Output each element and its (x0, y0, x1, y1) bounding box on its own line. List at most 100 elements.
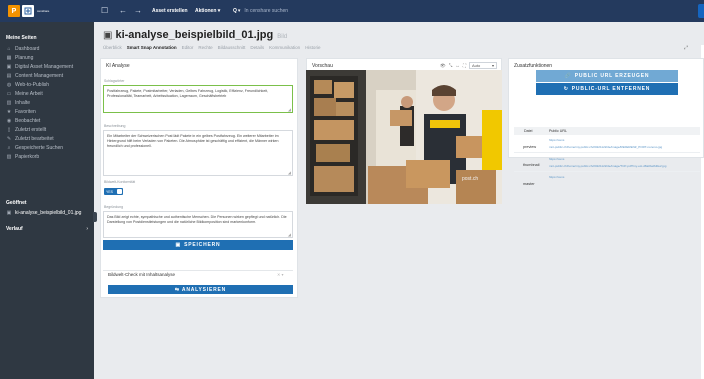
sidebar-collapse-handle[interactable] (93, 212, 97, 222)
save-button[interactable]: ▣ SPEICHERN (103, 240, 293, 250)
check-dropdown-icon[interactable]: ✕ ▾ (277, 272, 283, 277)
sidebar-item-label: Zuletzt erstellt (15, 127, 47, 133)
doc-icon: ▤ (6, 73, 12, 79)
ki-panel-title: KI Analyse (106, 63, 130, 69)
row-name-preview: preview (523, 145, 537, 149)
sidebar-item[interactable]: ✎ Zuletzt bearbeitet (6, 136, 54, 142)
app-logo[interactable]: P censhare (8, 4, 64, 18)
sidebar-item[interactable]: ▦ Planung (6, 55, 34, 61)
create-public-url-button[interactable]: 🔗 PUBLIC URL ERZEUGEN (536, 70, 678, 82)
fullscreen-icon[interactable]: ⛶ (463, 63, 466, 68)
sidebar-item[interactable]: ⌂ Dashboard (6, 46, 39, 52)
actions-menu-button[interactable]: Aktionen ▾ (195, 5, 220, 17)
url-link[interactable]: https://cens (549, 138, 564, 142)
sidebar-item[interactable]: ◉ Beobachtet (6, 118, 41, 124)
resize-handle-icon[interactable]: ◢ (288, 170, 291, 175)
sidebar-item-label: Web-to-Publish (15, 82, 50, 88)
refresh-icon: ↻ (563, 86, 569, 92)
tab-7[interactable]: Historie (305, 45, 320, 50)
image-icon: ▣ (6, 64, 12, 70)
create-asset-button[interactable]: Asset erstellen (152, 5, 188, 17)
analyze-button[interactable]: ⇆ ANALYSIEREN (108, 285, 293, 294)
url-link[interactable]: mnt-public.ch/home/my.public.ch/20221122… (549, 164, 666, 168)
sidebar-item[interactable]: ⌕ Gespeicherte Suchen (6, 145, 64, 151)
sidebar-item[interactable]: ▥ Inhalte (6, 100, 30, 106)
save-label: SPEICHERN (184, 242, 221, 248)
row-name-master: master (523, 182, 535, 186)
tab-1[interactable]: Smart Snap Annotation (127, 45, 177, 50)
toggle-knob (117, 189, 122, 194)
history-chevron-icon[interactable]: › (86, 226, 88, 232)
row-name-thumbnail: thumbnail (523, 163, 540, 167)
url-link[interactable]: https://cens (549, 157, 564, 161)
page-title: ▣ ki-analyse_beispielbild_01.jpg Bild (103, 29, 287, 41)
sidebar-item[interactable]: ▯ Zuletzt erstellt (6, 127, 47, 133)
sidebar-item[interactable]: ▤ Content Management (6, 73, 63, 79)
sidebar-item-label: Digital Asset Management (15, 64, 74, 70)
sidebar-item[interactable]: ▭ Meine Arbeit (6, 91, 43, 97)
sidebar-toggle-icon[interactable]: ☐ (101, 5, 108, 17)
sidebar-item-label: Zuletzt bearbeitet (15, 136, 54, 142)
sidebar-item-label: Beobachtet (15, 118, 41, 124)
sidebar-heading-history[interactable]: Verlauf (6, 226, 23, 232)
sidebar-item[interactable]: ▨ Papierkorb (6, 154, 40, 160)
watermark-text: post.ch (462, 176, 478, 182)
analyze-label: ANALYSIEREN (181, 286, 227, 293)
expand-icon[interactable]: ⤢ (684, 45, 688, 51)
row-divider (514, 171, 700, 172)
eye-icon[interactable]: 👁 (440, 63, 446, 69)
image-file-icon: ▣ (103, 30, 113, 41)
sidebar-item[interactable]: ◍ Web-to-Publish (6, 82, 49, 88)
back-arrow-icon[interactable]: ← (119, 5, 127, 17)
keywords-textarea[interactable]: Postfahrzeug, Pakete, Postmitarbeiter, V… (103, 85, 293, 113)
tab-0[interactable]: Überblick (103, 45, 122, 50)
url-link[interactable]: mnt-public.ch/home/my.public.ch/20221122… (549, 145, 662, 149)
tab-4[interactable]: Bildausschnitt (218, 45, 246, 50)
save-icon: ▣ (175, 242, 182, 248)
sidebar-heading-pages: Meine Seiten (6, 35, 37, 41)
preview-photo: post.ch (306, 70, 502, 204)
tab-3[interactable]: Rechte (198, 45, 212, 50)
sidebar-open-item[interactable]: ▣ ki-analyse_beispielbild_01.jpg (6, 210, 82, 216)
star-icon: ★ (6, 109, 12, 115)
sidebar-item[interactable]: ★ Favoriten (6, 109, 36, 115)
reason-value: Das Bild zeigt echte, sympathische und a… (107, 215, 287, 225)
globe-icon: ◍ (6, 82, 12, 88)
url-link[interactable]: https://cens (549, 175, 564, 179)
sidebar-heading-open: Geöffnet (6, 200, 27, 206)
actions-label: Aktionen (195, 8, 217, 14)
search-icon: ⌕ (7, 145, 11, 151)
asset-type: Bild (277, 34, 288, 40)
user-menu-button[interactable] (698, 4, 704, 18)
zoom-icon[interactable]: ⤡ (449, 63, 453, 68)
tab-2[interactable]: Editor (182, 45, 194, 50)
logo-mark: P (8, 5, 20, 17)
analyze-icon: ⇆ (174, 286, 180, 293)
row-divider (514, 152, 700, 153)
sidebar-item[interactable]: ▣ Digital Asset Management (6, 64, 73, 70)
tab-5[interactable]: Details (250, 45, 264, 50)
toggle-label: YES (106, 189, 114, 194)
forward-arrow-icon[interactable]: → (134, 5, 142, 17)
zoom-select[interactable]: Auto ▾ (469, 62, 497, 69)
sidebar-item-label: Papierkorb (15, 154, 40, 160)
tab-6[interactable]: Kommunikation (269, 45, 300, 50)
sidebar-item-label: Planung (15, 55, 34, 61)
logo-text: censhare (37, 9, 50, 13)
reason-textarea[interactable]: Das Bild zeigt echte, sympathische und a… (103, 211, 293, 238)
open-item-label: ki-analyse_beispielbild_01.jpg (15, 210, 82, 216)
reason-label: Begründung (104, 205, 124, 209)
conformity-toggle[interactable]: YES (104, 188, 123, 195)
sidebar: Meine Seiten ⌂ Dashboard ▦ Planung ▣ Digital … (0, 22, 97, 379)
preview-image[interactable]: post.ch (306, 70, 502, 204)
resize-handle-icon[interactable]: ◢ (288, 107, 291, 112)
trash-icon: ▨ (6, 154, 12, 160)
resize-handle-icon[interactable]: ◢ (288, 232, 291, 237)
top-bar: P censhare ☐ ← → Asset erstellen Aktione… (0, 0, 704, 22)
fit-width-icon[interactable]: ↔ (455, 63, 460, 68)
conformity-label: Bildwelt-Konformität (104, 180, 136, 184)
remove-public-url-button[interactable]: ↻ PUBLIC-URL ENTFERNEN (536, 83, 678, 95)
global-search[interactable]: Q ▾ In censhare suchen (233, 5, 373, 17)
folder-icon: ▥ (6, 100, 12, 106)
description-textarea[interactable]: Ein Mitarbeiter der Schweizerischen Post… (103, 130, 293, 176)
